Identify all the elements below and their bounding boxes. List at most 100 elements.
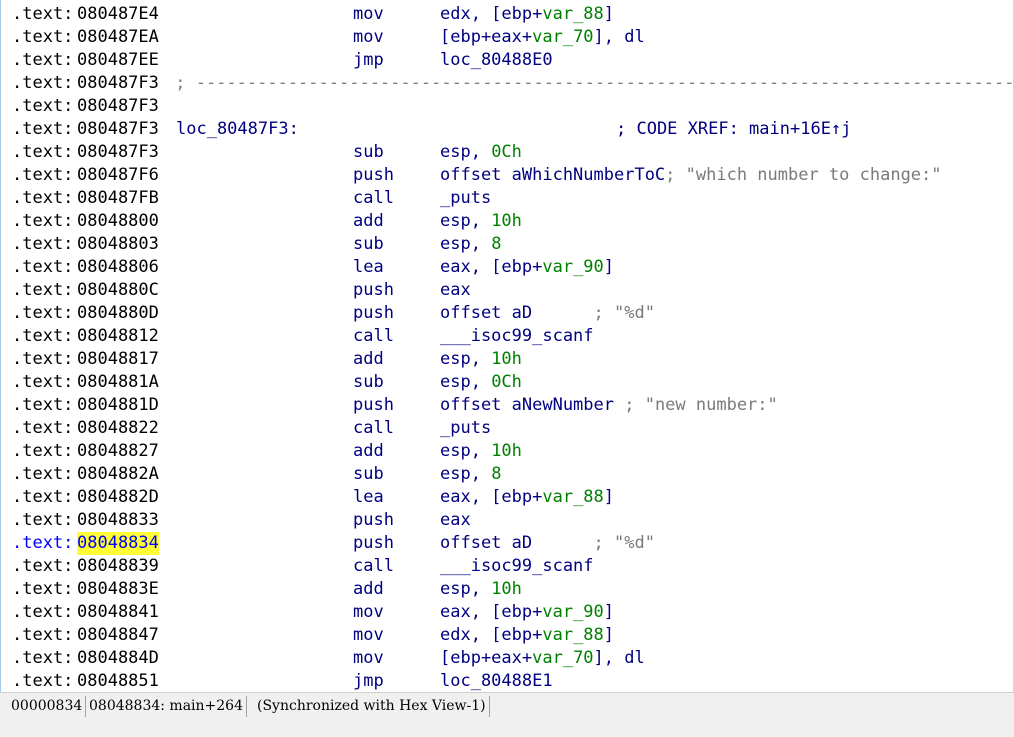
- instruction-operands[interactable]: loc_80488E0: [440, 49, 553, 72]
- code-line[interactable]: .text: 08048834 push offset aD ; "%d": [1, 532, 1014, 555]
- code-line[interactable]: .text: 080487F3 loc_80487F3: ; CODE XREF: m…: [1, 118, 1014, 141]
- address[interactable]: 08048841: [77, 601, 159, 624]
- instruction-operands[interactable]: _puts: [440, 417, 491, 440]
- code-line[interactable]: .text: 080487F3 ; -----------------------…: [1, 72, 1014, 95]
- instruction-operands[interactable]: offset aNewNumber ; "new number:": [440, 394, 778, 417]
- address[interactable]: 0804880C: [77, 279, 159, 302]
- code-line[interactable]: .text: 080487EA mov [ebp+eax+var_70], dl: [1, 26, 1014, 49]
- code-line[interactable]: .text: 080487F3 sub esp, 0Ch: [1, 141, 1014, 164]
- code-line[interactable]: .text: 0804881A sub esp, 0Ch: [1, 371, 1014, 394]
- code-line[interactable]: .text: 08048812 call ___isoc99_scanf: [1, 325, 1014, 348]
- instruction-operands[interactable]: offset aD ; "%d": [440, 532, 655, 555]
- address[interactable]: 080487EA: [77, 26, 159, 49]
- code-line[interactable]: .text: 08048847 mov edx, [ebp+var_88]: [1, 624, 1014, 647]
- instruction-operands[interactable]: loc_80488E1: [440, 670, 553, 692]
- code-line[interactable]: .text: 080487F3: [1, 95, 1014, 118]
- operand-text: eax, [ebp+: [440, 257, 543, 277]
- instruction-operands[interactable]: esp, 8: [440, 463, 501, 486]
- address[interactable]: 08048812: [77, 325, 159, 348]
- address[interactable]: 0804881A: [77, 371, 159, 394]
- instruction-operands[interactable]: esp, 10h: [440, 348, 522, 371]
- address[interactable]: 08048800: [77, 210, 159, 233]
- code-line[interactable]: .text: 080487F6 push offset aWhichNumberToC…: [1, 164, 1014, 187]
- address[interactable]: 080487E4: [77, 3, 159, 26]
- operand-text: ]: [603, 257, 615, 277]
- address[interactable]: 080487FB: [77, 187, 159, 210]
- address[interactable]: 080487F3: [77, 95, 159, 118]
- address[interactable]: 080487F3: [77, 141, 159, 164]
- address[interactable]: 08048817: [77, 348, 159, 371]
- code-line[interactable]: .text: 08048833 push eax: [1, 509, 1014, 532]
- address[interactable]: 0804882D: [77, 486, 159, 509]
- instruction-operands[interactable]: eax, [ebp+var_90]: [440, 256, 614, 279]
- operand-variable: 10h: [491, 579, 522, 599]
- operand-variable: var_88: [542, 487, 604, 507]
- code-line[interactable]: .text: 08048806 lea eax, [ebp+var_90]: [1, 256, 1014, 279]
- operand-text: eax: [440, 280, 471, 300]
- instruction-operands[interactable]: esp, 0Ch: [440, 371, 522, 394]
- code-line[interactable]: .text: 08048841 mov eax, [ebp+var_90]: [1, 601, 1014, 624]
- address[interactable]: 08048833: [77, 509, 159, 532]
- address[interactable]: 08048827: [77, 440, 159, 463]
- address[interactable]: 08048822: [77, 417, 159, 440]
- code-label[interactable]: loc_80487F3:: [176, 118, 299, 141]
- address[interactable]: 0804880D: [77, 302, 159, 325]
- instruction-operands[interactable]: esp, 8: [440, 233, 501, 256]
- segment-prefix: .text:: [12, 464, 74, 484]
- instruction-operands[interactable]: ___isoc99_scanf: [440, 555, 594, 578]
- code-line[interactable]: .text: 08048839 call ___isoc99_scanf: [1, 555, 1014, 578]
- instruction-operands[interactable]: eax, [ebp+var_88]: [440, 486, 614, 509]
- instruction-operands[interactable]: edx, [ebp+var_88]: [440, 3, 614, 26]
- instruction-operands[interactable]: esp, 10h: [440, 210, 522, 233]
- instruction-operands[interactable]: esp, 10h: [440, 440, 522, 463]
- instruction-mnemonic: sub: [353, 464, 384, 484]
- disassembly-view[interactable]: .text: 080487E4 mov edx, [ebp+var_88] .text:…: [0, 0, 1014, 692]
- instruction-operands[interactable]: [ebp+eax+var_70], dl: [440, 26, 645, 49]
- address[interactable]: 0804882A: [77, 463, 159, 486]
- address[interactable]: 08048806: [77, 256, 159, 279]
- code-line[interactable]: .text: 08048822 call _puts: [1, 417, 1014, 440]
- current-address[interactable]: 08048834: [77, 532, 159, 555]
- code-line[interactable]: .text: 0804880C push eax: [1, 279, 1014, 302]
- code-line[interactable]: .text: 08048851 jmp loc_80488E1: [1, 670, 1014, 692]
- address[interactable]: 0804883E: [77, 578, 159, 601]
- operand-text: esp,: [440, 464, 492, 484]
- instruction-operands[interactable]: offset aWhichNumberToC; "which number to…: [440, 164, 942, 187]
- address[interactable]: 080487EE: [77, 49, 159, 72]
- code-line[interactable]: .text: 0804881D push offset aNewNumber ; "n…: [1, 394, 1014, 417]
- address[interactable]: 08048847: [77, 624, 159, 647]
- segment-prefix: .text:: [12, 165, 74, 185]
- code-line[interactable]: .text: 080487EE jmp loc_80488E0: [1, 49, 1014, 72]
- address[interactable]: 0804884D: [77, 647, 159, 670]
- instruction-operands[interactable]: offset aD ; "%d": [440, 302, 655, 325]
- instruction-operands[interactable]: esp, 0Ch: [440, 141, 522, 164]
- instruction-operands[interactable]: esp, 10h: [440, 578, 522, 601]
- address[interactable]: 080487F3: [77, 118, 159, 141]
- xref-comment[interactable]: ; CODE XREF: main+16E↑j: [616, 118, 851, 141]
- code-line[interactable]: .text: 08048800 add esp, 10h: [1, 210, 1014, 233]
- address[interactable]: 08048851: [77, 670, 159, 692]
- instruction-operands[interactable]: [ebp+eax+var_70], dl: [440, 647, 645, 670]
- code-line[interactable]: .text: 0804882A sub esp, 8: [1, 463, 1014, 486]
- address[interactable]: 08048839: [77, 555, 159, 578]
- address[interactable]: 08048803: [77, 233, 159, 256]
- address[interactable]: 0804881D: [77, 394, 159, 417]
- instruction-operands[interactable]: ___isoc99_scanf: [440, 325, 594, 348]
- code-line[interactable]: .text: 080487E4 mov edx, [ebp+var_88]: [1, 3, 1014, 26]
- operand-variable: 0Ch: [491, 142, 522, 162]
- address[interactable]: 080487F6: [77, 164, 159, 187]
- instruction-operands[interactable]: eax: [440, 279, 471, 302]
- code-line[interactable]: .text: 0804882D lea eax, [ebp+var_88]: [1, 486, 1014, 509]
- address[interactable]: 080487F3: [77, 72, 159, 95]
- code-line[interactable]: .text: 0804880D push offset aD ; "%d": [1, 302, 1014, 325]
- instruction-operands[interactable]: eax: [440, 509, 471, 532]
- code-line[interactable]: .text: 08048817 add esp, 10h: [1, 348, 1014, 371]
- code-line[interactable]: .text: 0804883E add esp, 10h: [1, 578, 1014, 601]
- code-line[interactable]: .text: 080487FB call _puts: [1, 187, 1014, 210]
- code-line[interactable]: .text: 0804884D mov [ebp+eax+var_70], dl: [1, 647, 1014, 670]
- instruction-operands[interactable]: _puts: [440, 187, 491, 210]
- code-line[interactable]: .text: 08048827 add esp, 10h: [1, 440, 1014, 463]
- code-line[interactable]: .text: 08048803 sub esp, 8: [1, 233, 1014, 256]
- instruction-operands[interactable]: edx, [ebp+var_88]: [440, 624, 614, 647]
- instruction-operands[interactable]: eax, [ebp+var_90]: [440, 601, 614, 624]
